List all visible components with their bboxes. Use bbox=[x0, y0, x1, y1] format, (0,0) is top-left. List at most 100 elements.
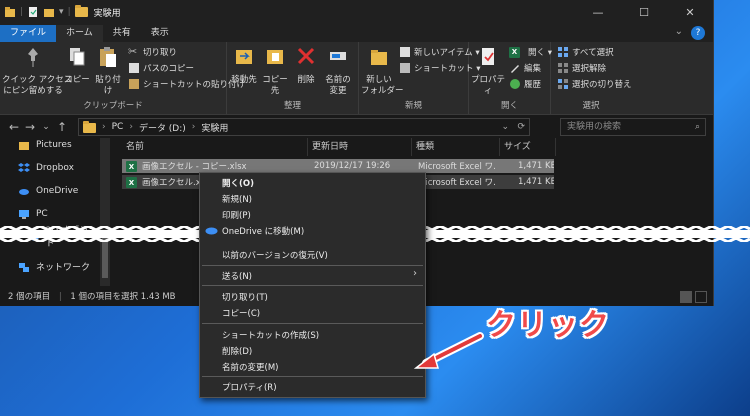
dropbox-icon bbox=[18, 163, 30, 172]
maximize-button[interactable]: ☐ bbox=[621, 0, 667, 24]
pin-quick-access-button[interactable]: クイック アクセス にピン留めする bbox=[2, 46, 72, 97]
path-sep-icon: › bbox=[129, 122, 133, 132]
search-placeholder: 実験用の検索 bbox=[567, 122, 622, 132]
file-date: 2019/12/17 19:26 bbox=[314, 161, 391, 171]
properties-label: プロパティ bbox=[470, 75, 505, 96]
nav-label: OneDrive bbox=[36, 186, 79, 196]
file-size: 1,471 KB bbox=[518, 161, 554, 171]
recent-locations-icon[interactable]: ⌄ bbox=[38, 122, 54, 132]
select-all-icon bbox=[558, 47, 568, 57]
properties-qa-icon[interactable] bbox=[27, 6, 39, 18]
column-date[interactable]: 更新日時 bbox=[308, 138, 412, 156]
move-to-button[interactable]: 移動先 bbox=[229, 46, 259, 86]
ctx-rename[interactable]: 名前の変更(M) bbox=[222, 361, 278, 373]
new-item-button[interactable]: 新しいアイテム ▾ bbox=[399, 46, 480, 58]
move-to-icon bbox=[236, 50, 252, 64]
collapse-ribbon-icon[interactable]: ⌄ bbox=[675, 26, 683, 37]
network-icon bbox=[19, 262, 29, 272]
column-size[interactable]: サイズ bbox=[500, 138, 556, 156]
history-icon bbox=[510, 79, 520, 89]
properties-icon bbox=[482, 48, 494, 65]
menu-divider bbox=[202, 376, 423, 377]
tab-home[interactable]: ホーム bbox=[56, 25, 103, 42]
forward-button[interactable]: → bbox=[22, 120, 38, 134]
select-all-button[interactable]: すべて選択 bbox=[557, 46, 614, 58]
address-dropdown-icon[interactable]: ⌄ bbox=[501, 122, 509, 132]
copy-button[interactable]: コピー bbox=[64, 46, 90, 86]
select-all-label: すべて選択 bbox=[572, 48, 614, 58]
refresh-icon[interactable]: ⟳ bbox=[517, 122, 525, 132]
breadcrumb-drive[interactable]: データ (D:) bbox=[139, 121, 186, 134]
navigation-scrollbar[interactable] bbox=[100, 138, 110, 286]
ctx-onedrive[interactable]: OneDrive に移動(M) bbox=[222, 225, 304, 237]
ctx-new[interactable]: 新規(N) bbox=[222, 193, 252, 205]
copy-to-label: コピー先 bbox=[262, 75, 288, 96]
select-none-icon bbox=[558, 63, 568, 73]
nav-item-pc[interactable]: PC bbox=[18, 208, 48, 220]
ctx-copy[interactable]: コピー(C) bbox=[222, 307, 260, 319]
menu-divider bbox=[202, 323, 423, 324]
copy-label: コピー bbox=[64, 75, 90, 85]
ctx-cut[interactable]: 切り取り(T) bbox=[222, 291, 268, 303]
tab-view[interactable]: 表示 bbox=[141, 25, 179, 42]
column-type[interactable]: 種類 bbox=[412, 138, 500, 156]
tab-share[interactable]: 共有 bbox=[103, 25, 141, 42]
nav-item-dropbox[interactable]: Dropbox bbox=[18, 162, 74, 174]
table-row[interactable]: X 画像エクセル - コピー.xlsx 2019/12/17 19:26 Micr… bbox=[122, 159, 554, 173]
copy-path-label: パスのコピー bbox=[143, 64, 195, 74]
ctx-restore-versions[interactable]: 以前のバージョンの復元(V) bbox=[222, 249, 328, 261]
minimize-button[interactable]: — bbox=[575, 0, 621, 24]
excel-open-icon: X bbox=[509, 46, 520, 58]
new-folder-button[interactable]: 新しい フォルダー bbox=[361, 46, 404, 97]
copy-to-button[interactable]: コピー先 bbox=[259, 46, 291, 97]
nav-item-onedrive[interactable]: OneDrive bbox=[18, 185, 78, 197]
nav-item-network[interactable]: ネットワーク bbox=[18, 260, 90, 273]
paste-icon bbox=[100, 47, 116, 67]
up-button[interactable]: ↑ bbox=[54, 120, 70, 134]
copy-path-icon bbox=[129, 63, 139, 73]
open-button[interactable]: X 開く ▾ bbox=[509, 46, 552, 58]
scrollbar-thumb[interactable] bbox=[102, 238, 108, 278]
close-button[interactable]: ✕ bbox=[667, 0, 713, 24]
paste-button[interactable]: 貼り付け bbox=[92, 46, 124, 97]
details-view-button[interactable] bbox=[680, 291, 692, 303]
rename-button[interactable]: 名前の 変更 bbox=[321, 46, 355, 97]
ctx-send-to[interactable]: 送る(N) bbox=[222, 270, 252, 282]
large-icons-view-button[interactable] bbox=[695, 291, 707, 303]
copy-to-icon bbox=[267, 50, 283, 64]
open-label: 開く ▾ bbox=[528, 48, 552, 58]
history-button[interactable]: 履歴 bbox=[509, 78, 541, 90]
help-icon[interactable]: ? bbox=[691, 26, 705, 40]
delete-button[interactable]: 削除 bbox=[293, 46, 319, 86]
delete-x-icon bbox=[297, 47, 315, 65]
ctx-properties[interactable]: プロパティ(R) bbox=[222, 381, 277, 393]
ctx-delete[interactable]: 削除(D) bbox=[222, 345, 252, 357]
copy-path-button[interactable]: パスのコピー bbox=[128, 62, 194, 74]
back-button[interactable]: ← bbox=[6, 120, 22, 134]
qa-separator: | bbox=[20, 7, 24, 17]
breadcrumb-pc[interactable]: PC bbox=[112, 122, 124, 132]
edit-button[interactable]: 編集 bbox=[509, 62, 541, 74]
ctx-create-shortcut[interactable]: ショートカットの作成(S) bbox=[222, 329, 319, 341]
address-bar[interactable]: › PC › データ (D:) › 実験用 ⌄ ⟳ bbox=[78, 118, 530, 136]
invert-selection-button[interactable]: 選択の切り替え bbox=[557, 78, 632, 90]
qa-separator: | bbox=[67, 7, 71, 17]
select-none-button[interactable]: 選択解除 bbox=[557, 62, 606, 74]
organize-group: 移動先 コピー先 削除 名前の 変更 整理 bbox=[227, 42, 359, 114]
ctx-print[interactable]: 印刷(P) bbox=[222, 209, 251, 221]
onedrive-cloud-icon bbox=[19, 189, 29, 195]
qa-dropdown-icon[interactable]: ▾ bbox=[59, 7, 64, 17]
new-folder-qa-icon[interactable] bbox=[43, 6, 55, 18]
breadcrumb-folder[interactable]: 実験用 bbox=[201, 121, 228, 134]
organize-group-label: 整理 bbox=[283, 101, 301, 111]
tab-file[interactable]: ファイル bbox=[0, 25, 57, 42]
title-bar: | ▾ | 実験用 — ☐ ✕ bbox=[0, 0, 713, 24]
column-name[interactable]: 名前 bbox=[122, 138, 308, 156]
nav-item-pictures[interactable]: Pictures bbox=[18, 139, 72, 151]
explorer-icon bbox=[5, 7, 15, 17]
search-input[interactable]: 実験用の検索 ⌕ bbox=[560, 118, 706, 136]
ctx-open[interactable]: 開く(O) bbox=[222, 177, 254, 189]
properties-button[interactable]: プロパティ bbox=[469, 46, 507, 97]
cut-button[interactable]: ✂ 切り取り bbox=[128, 46, 177, 59]
path-sep-icon: › bbox=[191, 122, 196, 132]
